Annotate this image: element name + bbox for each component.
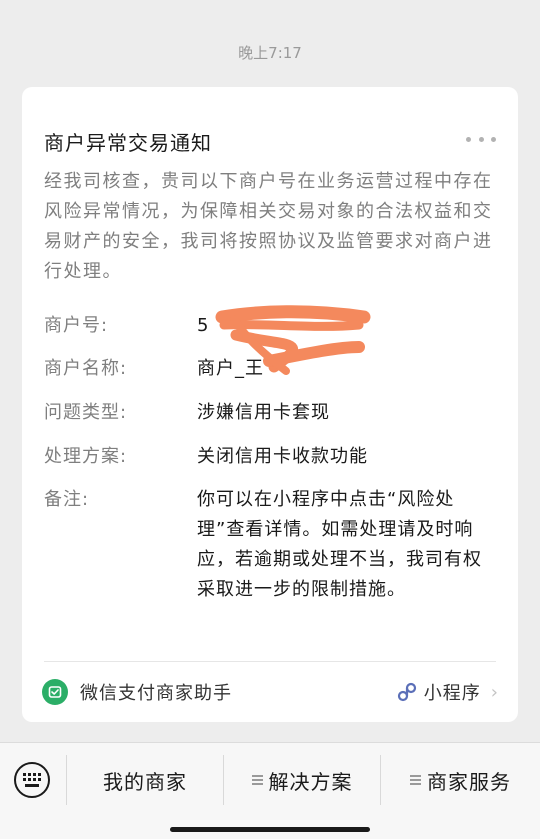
field-label: 处理方案:	[44, 446, 128, 467]
source-account[interactable]: 微信支付商家助手	[42, 677, 232, 707]
source-account-name: 微信支付商家助手	[80, 683, 232, 704]
mini-program-link[interactable]: 小程序 ›	[396, 677, 498, 707]
field-label: 商户号:	[44, 315, 109, 336]
menu-solutions[interactable]: 解决方案	[224, 761, 380, 799]
card-title: 商户异常交易通知	[44, 131, 212, 155]
card-divider	[44, 661, 496, 662]
home-indicator[interactable]	[170, 827, 370, 832]
field-value: 关闭信用卡收款功能	[197, 446, 368, 467]
field-value: 涉嫌信用卡套现	[197, 402, 330, 423]
mini-program-label: 小程序	[423, 683, 481, 704]
notification-card[interactable]: 商户异常交易通知 经我司核查，贵司以下商户号在业务运营过程中存在风险异常情况，为…	[22, 87, 518, 722]
message-timestamp: 晚上7:17	[238, 44, 302, 62]
menu-merchant-services[interactable]: 商家服务	[381, 761, 540, 799]
card-description: 经我司核查，贵司以下商户号在业务运营过程中存在风险异常情况，为保障相关交易对象的…	[44, 171, 493, 282]
keyboard-icon[interactable]	[13, 761, 51, 799]
chevron-right-icon: ›	[490, 681, 498, 703]
more-options-icon[interactable]	[466, 135, 496, 143]
menu-my-merchant[interactable]: 我的商家	[67, 761, 223, 799]
menu-label: 商家服务	[427, 769, 511, 794]
redaction-scribble	[215, 305, 371, 375]
bottom-menu-bar: 我的商家 解决方案 商家服务	[0, 742, 540, 839]
menu-label: 解决方案	[268, 769, 353, 794]
field-label: 问题类型:	[44, 402, 128, 423]
field-value: 你可以在小程序中点击“风险处理”查看详情。如需处理请及时响应，若逾期或处理不当，…	[197, 489, 482, 600]
submenu-icon	[410, 773, 421, 788]
wechat-pay-icon	[42, 679, 68, 705]
menu-label: 我的商家	[103, 769, 187, 794]
mini-program-link-icon	[397, 682, 416, 702]
field-label: 备注:	[44, 489, 90, 510]
field-label: 商户名称:	[44, 358, 128, 379]
submenu-icon	[251, 773, 263, 788]
